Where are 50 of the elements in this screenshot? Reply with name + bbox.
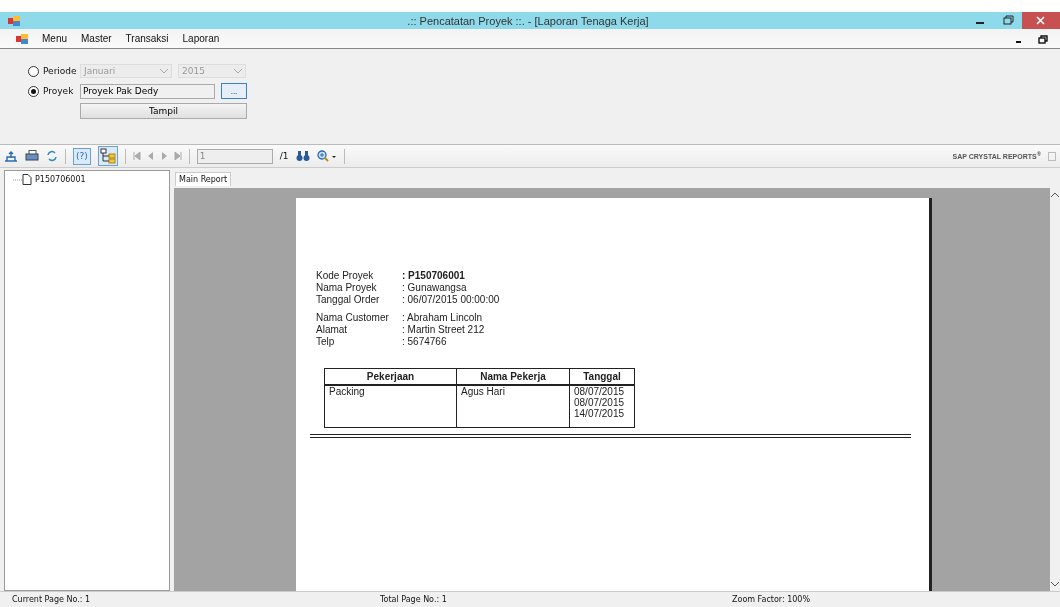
menu-item[interactable]: Master [81,33,112,44]
column-header: Pekerjaan [324,368,457,385]
group-tree-icon[interactable] [97,146,118,166]
field-label: Nama Customer [316,312,390,324]
field-value: : 5674766 [402,336,447,348]
radio-button[interactable]: Proyek [28,85,74,97]
field-label: Telp [316,336,336,348]
chevron-icon [234,68,242,74]
field-value: : 06/07/2015 00:00:00 [402,294,500,306]
export-icon[interactable] [4,150,18,162]
page-total: /1 [279,151,289,161]
field-value: : Martin Street 212 [402,324,485,336]
show-button[interactable]: Tampil [80,103,247,119]
field-value: : Gunawangsa [402,282,467,294]
restore-icon[interactable] [1038,33,1048,44]
field-label: Nama Proyek [316,282,378,294]
column-header: Tanggal [569,368,635,385]
field-value: : P150706001 [402,270,465,282]
binoculars-icon[interactable] [295,150,310,162]
app-icon [16,33,28,44]
menu-item[interactable]: Laporan [182,33,220,44]
field-label: Alamat [316,324,349,336]
report-tab[interactable]: Main Report [175,172,232,186]
print-icon[interactable] [25,150,39,162]
table-cell: Packing [324,385,457,428]
window-title: .:: Pencatatan Proyek ::. - [Laporan Tenaga Kerja] [406,14,650,27]
tree-item[interactable]: P150706001 [13,174,169,185]
help-button[interactable]: (?) [73,147,91,165]
field-label: Kode Proyek [316,270,375,282]
status-text: Current Page No.: 1 [11,595,92,604]
column-header: Nama Pekerja [456,368,570,385]
refresh-icon[interactable] [46,150,58,162]
browse-button[interactable]: ... [221,83,247,99]
menu-item[interactable]: Transaksi [125,33,169,44]
field-label: Tanggal Order [316,294,381,306]
scroll-up-icon[interactable] [1051,192,1059,198]
chevron-icon [160,68,168,74]
document-icon [13,174,33,185]
status-text: Total Page No.: 1 [380,595,448,604]
app-icon [8,15,20,26]
scroll-down-icon[interactable] [1051,581,1059,587]
zoom-icon[interactable] [316,150,337,162]
status-text: Zoom Factor: 100% [732,595,811,604]
radio-button[interactable]: Periode [28,65,74,77]
field-value: : Abraham Lincoln [402,312,483,324]
table-cell: Agus Hari [456,385,570,428]
table-cell: 08/07/2015 08/07/2015 14/07/2015 [569,385,635,428]
project-field[interactable]: Proyek Pak Dedy [80,83,215,99]
menu-item[interactable]: Menu [42,33,67,44]
close-icon[interactable] [1022,12,1060,29]
